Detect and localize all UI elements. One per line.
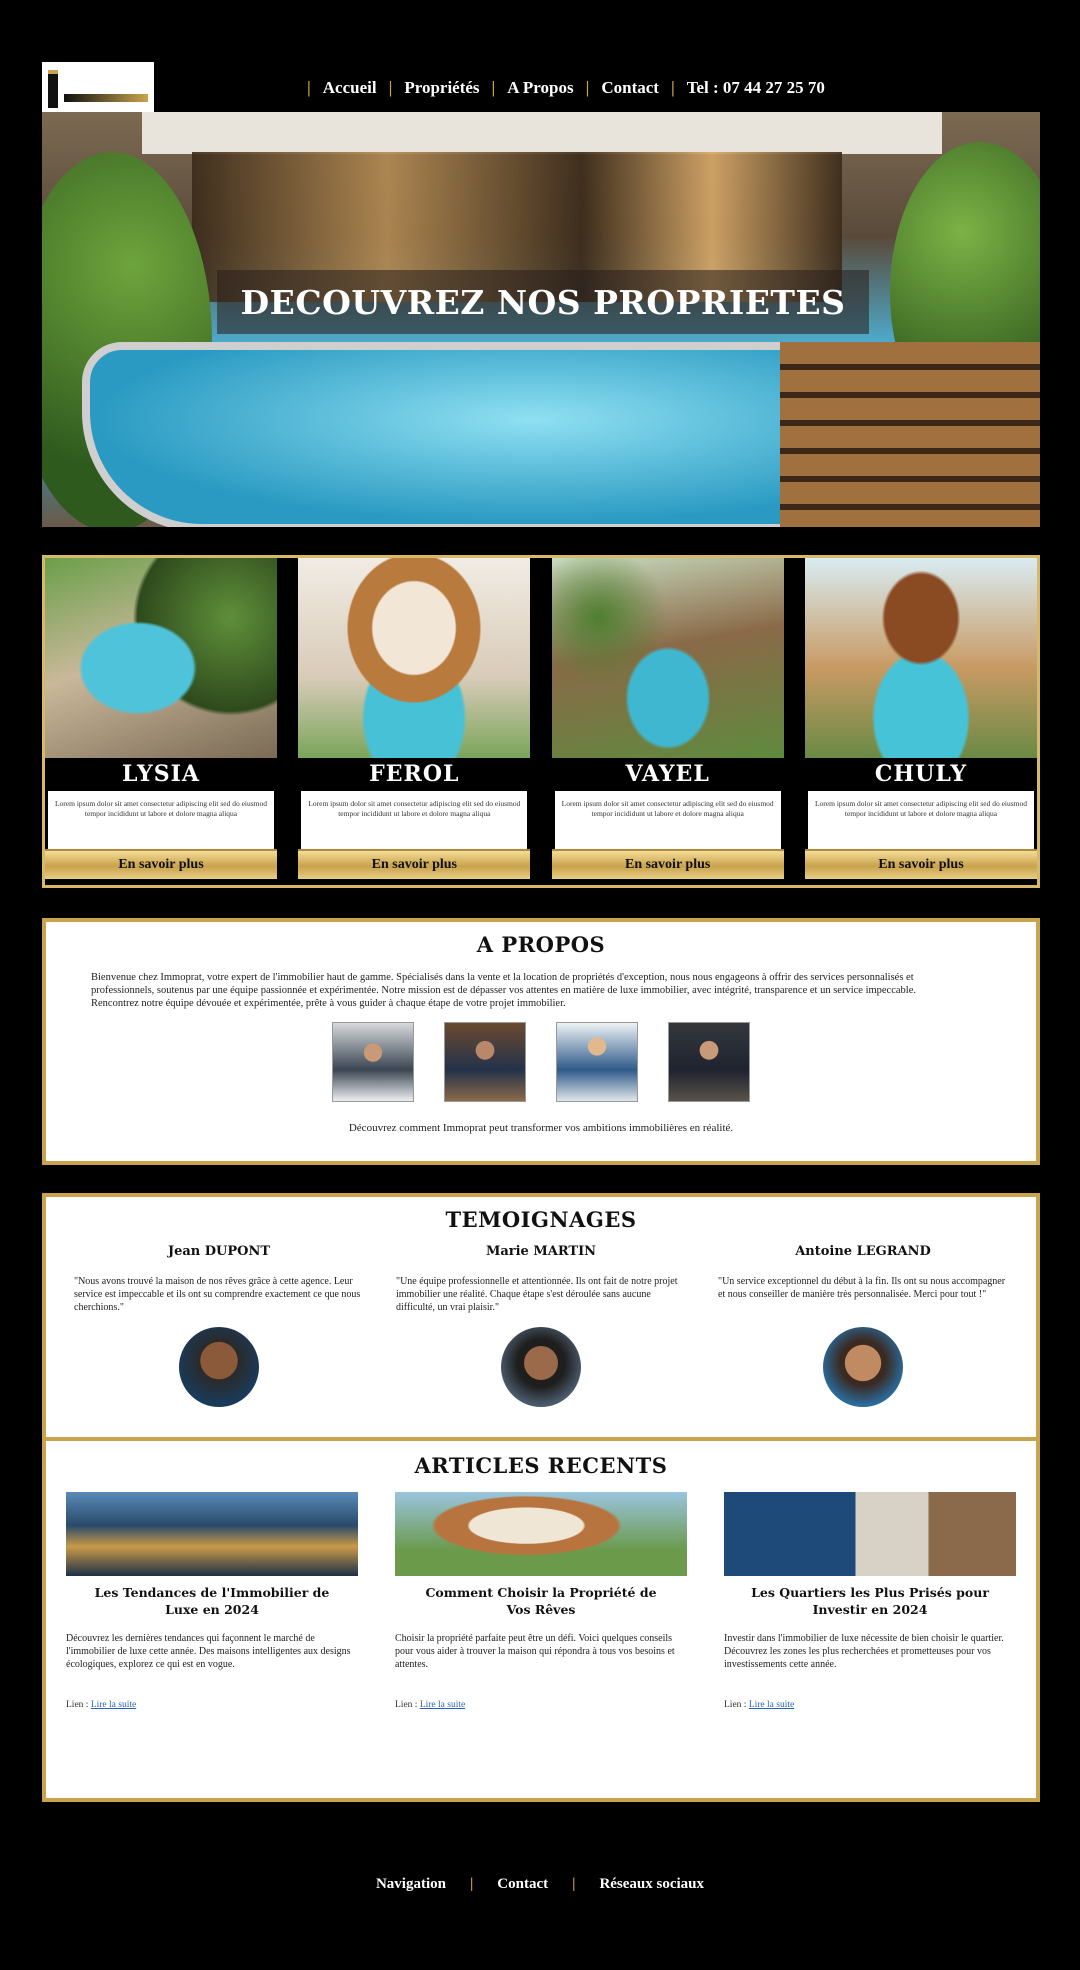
testimonial-quote: "Nous avons trouvé la maison de nos rêve… — [74, 1276, 361, 1313]
footer: Navigation | Contact | Réseaux sociaux — [0, 1876, 1080, 1893]
testimonial-author: Antoine LEGRAND — [795, 1244, 931, 1259]
article-title: Comment Choisir la Propriété de Vos Rêve… — [425, 1585, 657, 1617]
article-link-prefix: Lien : — [724, 1700, 747, 1710]
team-photo — [444, 1022, 526, 1102]
testimonial: Antoine LEGRAND "Un service exceptionnel… — [718, 1244, 1008, 1407]
main-nav: | Accueil | Propriétés | A Propos | Cont… — [295, 78, 825, 98]
property-description: Lorem ipsum dolor sit amet consectetur a… — [48, 791, 274, 849]
read-more-link[interactable]: Lire la suite — [420, 1700, 465, 1710]
article-card: Les Quartiers les Plus Prisés pour Inves… — [724, 1492, 1016, 1710]
article-thumbnail[interactable] — [66, 1492, 358, 1576]
footer-contact-link[interactable]: Contact — [497, 1876, 548, 1893]
property-card-vayel: VAYEL Lorem ipsum dolor sit amet consect… — [551, 558, 784, 885]
testimonials-title: TEMOIGNAGES — [445, 1207, 637, 1232]
read-more-link[interactable]: Lire la suite — [91, 1700, 136, 1710]
articles-title: ARTICLES RECENTS — [414, 1453, 668, 1478]
article-link-row: Lien : Lire la suite — [395, 1700, 687, 1710]
learn-more-button[interactable]: En savoir plus — [551, 849, 784, 879]
testimonials-section: TEMOIGNAGES Jean DUPONT "Nous avons trou… — [42, 1193, 1040, 1443]
nav-contact[interactable]: Contact — [601, 78, 659, 98]
property-card-chuly: CHULY Lorem ipsum dolor sit amet consect… — [804, 558, 1037, 885]
avatar — [501, 1327, 581, 1407]
property-image[interactable] — [45, 558, 277, 758]
learn-more-button[interactable]: En savoir plus — [45, 849, 277, 879]
property-name: VAYEL — [551, 758, 784, 791]
team-photo — [332, 1022, 414, 1102]
article-link-prefix: Lien : — [395, 1700, 418, 1710]
footer-separator: | — [469, 1876, 474, 1892]
property-image[interactable] — [804, 558, 1037, 758]
testimonial-author: Marie MARTIN — [485, 1244, 597, 1259]
property-description: Lorem ipsum dolor sit amet consectetur a… — [807, 791, 1034, 849]
team-photo — [556, 1022, 638, 1102]
about-section: A PROPOS Bienvenue chez Immoprat, votre … — [42, 918, 1040, 1165]
property-name: FEROL — [298, 758, 531, 791]
nav-separator: | — [491, 78, 496, 97]
site-logo[interactable] — [42, 62, 154, 112]
property-card-ferol: FEROL Lorem ipsum dolor sit amet consect… — [298, 558, 531, 885]
article-link-row: Lien : Lire la suite — [66, 1700, 358, 1710]
property-card-lysia: LYSIA Lorem ipsum dolor sit amet consect… — [45, 558, 277, 885]
properties-section: LYSIA Lorem ipsum dolor sit amet consect… — [42, 555, 1040, 888]
property-image[interactable] — [551, 558, 784, 758]
hero-title-band: DECOUVREZ NOS PROPRIETES — [217, 270, 869, 334]
nav-separator: | — [307, 78, 311, 97]
logo-tower-icon — [48, 70, 58, 108]
team-photo — [668, 1022, 750, 1102]
testimonial: Marie MARTIN "Une équipe professionnelle… — [396, 1244, 686, 1407]
nav-separator: | — [585, 78, 590, 97]
articles-section: ARTICLES RECENTS Les Tendances de l'Immo… — [42, 1437, 1040, 1802]
property-name: CHULY — [804, 758, 1037, 791]
article-thumbnail[interactable] — [724, 1492, 1016, 1576]
property-image[interactable] — [298, 558, 531, 758]
team-photos — [46, 1022, 1036, 1102]
article-title: Les Tendances de l'Immobilier de Luxe en… — [94, 1585, 330, 1617]
nav-phone[interactable]: Tel : 07 44 27 25 70 — [687, 78, 825, 98]
article-title: Les Quartiers les Plus Prisés pour Inves… — [751, 1585, 989, 1617]
nav-accueil[interactable]: Accueil — [323, 78, 377, 98]
about-tagline: Découvrez comment Immoprat peut transfor… — [348, 1122, 734, 1134]
learn-more-button[interactable]: En savoir plus — [804, 849, 1037, 879]
footer-navigation-link[interactable]: Navigation — [376, 1876, 446, 1893]
footer-separator: | — [572, 1876, 576, 1892]
article-excerpt: Investir dans l'immobilier de luxe néces… — [724, 1633, 1004, 1670]
article-card: Comment Choisir la Propriété de Vos Rêve… — [395, 1492, 687, 1710]
about-title: A PROPOS — [476, 932, 606, 957]
read-more-link[interactable]: Lire la suite — [749, 1700, 794, 1710]
avatar — [823, 1327, 903, 1407]
learn-more-button[interactable]: En savoir plus — [298, 849, 531, 879]
about-text: Bienvenue chez Immoprat, votre expert de… — [91, 972, 916, 1009]
property-description: Lorem ipsum dolor sit amet consectetur a… — [301, 791, 528, 849]
hero-title: DECOUVREZ NOS PROPRIETES — [240, 282, 846, 322]
hero-banner: DECOUVREZ NOS PROPRIETES — [42, 112, 1040, 527]
testimonial-quote: "Un service exceptionnel du début à la f… — [718, 1276, 1006, 1300]
article-excerpt: Découvrez les dernières tendances qui fa… — [66, 1633, 351, 1670]
hero-roof — [142, 112, 942, 154]
property-description: Lorem ipsum dolor sit amet consectetur a… — [554, 791, 781, 849]
testimonial-author: Jean DUPONT — [167, 1244, 271, 1259]
testimonial: Jean DUPONT "Nous avons trouvé la maison… — [74, 1244, 364, 1407]
article-card: Les Tendances de l'Immobilier de Luxe en… — [66, 1492, 358, 1710]
nav-proprietes[interactable]: Propriétés — [404, 78, 479, 98]
footer-social-link[interactable]: Réseaux sociaux — [599, 1876, 704, 1893]
nav-separator: | — [670, 78, 675, 97]
article-link-row: Lien : Lire la suite — [724, 1700, 1016, 1710]
nav-a-propos[interactable]: A Propos — [507, 78, 573, 98]
avatar — [179, 1327, 259, 1407]
property-name: LYSIA — [45, 758, 277, 791]
logo-mark — [64, 94, 148, 102]
nav-separator: | — [388, 78, 393, 97]
article-thumbnail[interactable] — [395, 1492, 687, 1576]
hero-wood-deck — [780, 342, 1040, 527]
testimonial-quote: "Une équipe professionnelle et attention… — [396, 1276, 678, 1313]
article-excerpt: Choisir la propriété parfaite peut être … — [395, 1633, 675, 1670]
article-link-prefix: Lien : — [66, 1700, 89, 1710]
